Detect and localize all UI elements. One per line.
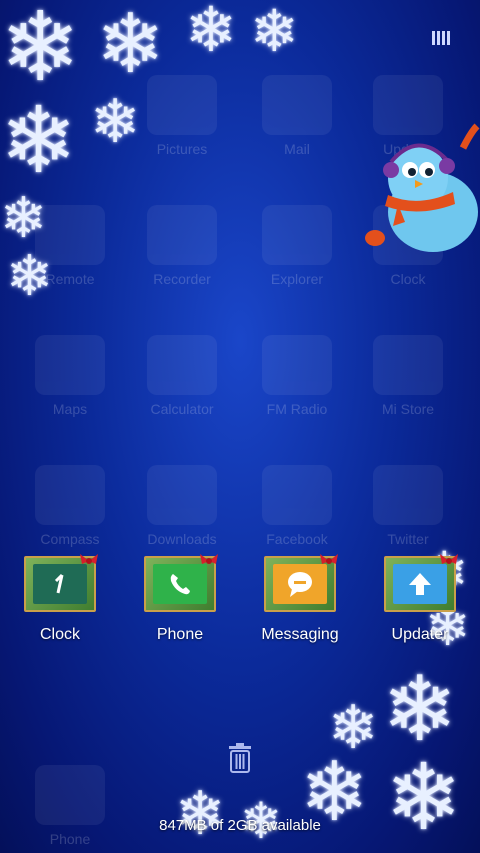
ghost-app: Remote <box>28 205 112 287</box>
ghost-app: Phone <box>28 765 112 847</box>
snowflake-decoration: ❄ <box>175 780 226 847</box>
messaging-icon <box>288 572 312 597</box>
bird-mascot-decoration <box>365 123 480 252</box>
app-icon-frame <box>24 554 98 612</box>
snowflake-decoration: ❄ <box>250 0 299 64</box>
trash-icon[interactable] <box>227 743 253 773</box>
app-label: Phone <box>156 626 204 643</box>
app-messaging[interactable]: Messaging <box>245 554 355 644</box>
ghost-app: Downloads <box>140 465 224 547</box>
ghost-app: Mi Store <box>366 335 450 417</box>
recent-apps-icon[interactable] <box>432 31 450 45</box>
snowflake-decoration: ❄ <box>185 0 237 65</box>
app-label: Clock <box>39 626 80 643</box>
ribbon-bow-icon <box>320 554 338 564</box>
ribbon-bow-icon <box>200 554 218 564</box>
ghost-app: Mail <box>255 75 339 157</box>
updater-icon <box>409 573 431 595</box>
app-icon-frame <box>264 554 338 612</box>
app-updater[interactable]: Updater <box>365 554 475 644</box>
ghost-app: Recorder <box>140 205 224 287</box>
ghost-app: FM Radio <box>255 335 339 417</box>
ribbon-bow-icon <box>80 554 98 564</box>
ghost-app: Pictures <box>140 75 224 157</box>
snowflake-decoration: ❄ <box>90 88 141 155</box>
clock-icon <box>54 573 64 594</box>
ghost-app: Facebook <box>255 465 339 547</box>
storage-status-text: 847MB of 2GB available <box>159 817 321 834</box>
snowflake-decoration: ❄ <box>96 0 165 90</box>
ghost-app: Explorer <box>255 205 339 287</box>
snowflake-decoration: ❄ <box>0 0 81 101</box>
ghost-app: Compass <box>28 465 112 547</box>
app-label: Updater <box>391 626 449 643</box>
app-icon-frame <box>384 554 458 612</box>
app-clock[interactable]: Clock <box>5 554 115 644</box>
ghost-app: Twitter <box>366 465 450 547</box>
ghost-app: Calculator <box>140 335 224 417</box>
ghost-app: Maps <box>28 335 112 417</box>
ribbon-bow-icon <box>440 554 458 564</box>
app-label: Messaging <box>261 626 339 643</box>
app-phone[interactable]: Phone <box>125 554 235 644</box>
snowflake-decoration: ❄ <box>382 660 458 760</box>
app-icon-frame <box>144 554 218 612</box>
phone-icon <box>170 574 190 595</box>
snowflake-decoration: ❄ <box>0 90 78 192</box>
